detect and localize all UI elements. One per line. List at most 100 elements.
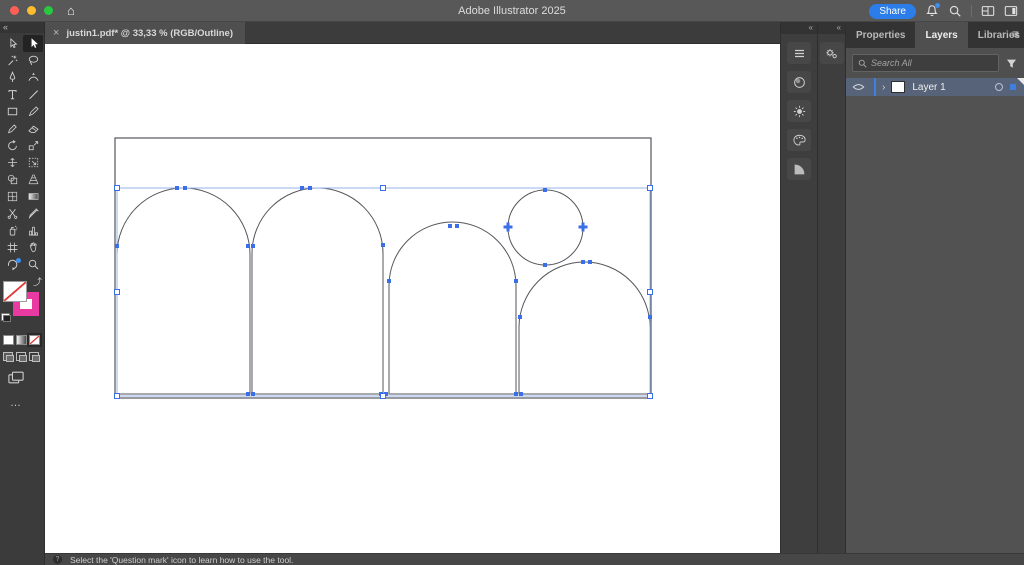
anchor-point[interactable] [543,188,547,192]
gradient-wedge-panel-button[interactable] [787,158,811,180]
perspective-grid-tool[interactable] [23,171,43,188]
swap-fill-stroke-icon[interactable]: ⤴ [33,275,42,288]
scale-tool[interactable] [23,137,43,154]
eraser-tool[interactable] [23,120,43,137]
anchor-point[interactable] [387,279,391,283]
width-tool[interactable] [2,154,22,171]
pen-tool[interactable] [2,69,22,86]
arch-path-4[interactable] [518,261,651,395]
palette-panel-button[interactable] [787,129,811,151]
layer-target-icon[interactable] [995,83,1003,91]
shape-builder-tool[interactable] [2,171,22,188]
selected-anchor-cross[interactable] [578,222,588,232]
circle-path[interactable] [507,189,584,266]
anchor-point[interactable] [581,260,585,264]
anchor-point[interactable] [588,260,592,264]
free-transform-tool[interactable] [23,154,43,171]
share-button[interactable]: Share [869,3,916,19]
default-fill-stroke-icon[interactable] [1,313,11,322]
anchor-point[interactable] [246,392,250,396]
curvature-tool[interactable] [23,69,43,86]
anchor-point[interactable] [251,392,255,396]
panel-layout-icon[interactable] [1004,4,1018,18]
rotate-view-tool[interactable] [2,256,22,273]
search-box[interactable] [852,54,999,72]
tab-layers[interactable]: Layers [915,22,968,48]
anchor-point[interactable] [115,244,119,248]
workspace-switcher-icon[interactable] [981,4,995,18]
layer-selected-indicator[interactable] [1010,84,1016,90]
bbox-handle[interactable] [380,393,386,399]
question-mark-icon[interactable]: ? [53,555,62,564]
artboard-canvas[interactable] [45,44,780,553]
bbox-handle[interactable] [114,185,120,191]
magic-wand-tool[interactable] [2,52,22,69]
tools-panel-collapse-icon[interactable]: « [0,22,44,33]
visibility-eye-icon[interactable] [852,83,865,91]
hand-tool[interactable] [23,239,43,256]
sphere-panel-button[interactable] [787,71,811,93]
panel-menu-icon[interactable]: ≡ [1012,28,1019,40]
bbox-handle[interactable] [647,185,653,191]
mesh-tool[interactable] [2,188,22,205]
anchor-point[interactable] [448,224,452,228]
arch-path-3[interactable] [388,221,517,395]
dock-collapse-icon[interactable]: « [781,22,817,34]
gradient-tool[interactable] [23,188,43,205]
eyedropper-tool[interactable] [23,205,43,222]
bbox-handle[interactable] [647,289,653,295]
anchor-point[interactable] [381,243,385,247]
direct-selection-tool[interactable] [2,35,22,52]
anchor-point[interactable] [514,279,518,283]
layer-row[interactable]: › Layer 1 [846,78,1024,96]
edit-toolbar-button[interactable]: … [10,397,44,409]
pencil-tool[interactable] [2,120,22,137]
draw-normal-button[interactable] [3,352,14,362]
anchor-point[interactable] [308,186,312,190]
layer-thumbnail[interactable] [891,81,906,93]
dock-collapse-icon[interactable]: « [818,22,845,34]
close-tab-icon[interactable]: × [53,27,59,39]
sun-panel-button[interactable] [787,100,811,122]
bbox-handle[interactable] [647,393,653,399]
bbox-handle[interactable] [380,185,386,191]
notifications-bell-icon[interactable] [925,3,940,18]
expand-chevron-icon[interactable]: › [882,82,885,93]
type-tool[interactable] [2,86,22,103]
anchor-point[interactable] [183,186,187,190]
selected-anchor-cross[interactable] [503,222,513,232]
bbox-handle[interactable] [114,289,120,295]
search-input[interactable] [871,58,993,68]
draw-inside-button[interactable] [29,352,40,362]
layer-name[interactable]: Layer 1 [912,82,995,93]
artboard-tool[interactable] [2,239,22,256]
zoom-tool[interactable] [23,256,43,273]
menu-lines-panel-button[interactable] [787,42,811,64]
none-swatch-button[interactable] [27,333,42,347]
gears-panel-button[interactable] [819,42,844,64]
line-tool[interactable] [23,86,43,103]
anchor-point[interactable] [300,186,304,190]
screen-mode-button[interactable] [8,371,44,389]
arch-path-2[interactable] [251,187,384,395]
anchor-point[interactable] [518,315,522,319]
selection-tool[interactable] [23,35,43,52]
document-tab[interactable]: × justin1.pdf* @ 33,33 % (RGB/Outline) [45,22,245,44]
rectangle-tool[interactable] [2,103,22,120]
lasso-tool[interactable] [23,52,43,69]
gradient-swatch-button[interactable] [16,335,27,345]
scissors-tool[interactable] [2,205,22,222]
rotate-tool[interactable] [2,137,22,154]
arch-path-1[interactable] [116,187,251,395]
color-swatch-button[interactable] [3,335,14,345]
search-icon[interactable] [948,4,962,18]
anchor-point[interactable] [455,224,459,228]
draw-behind-button[interactable] [16,352,27,362]
graph-tool[interactable] [23,222,43,239]
anchor-point[interactable] [175,186,179,190]
filter-funnel-icon[interactable] [1005,57,1018,70]
tab-properties[interactable]: Properties [846,22,915,48]
paintbrush-tool[interactable] [23,103,43,120]
bbox-handle[interactable] [114,393,120,399]
anchor-point[interactable] [514,392,518,396]
